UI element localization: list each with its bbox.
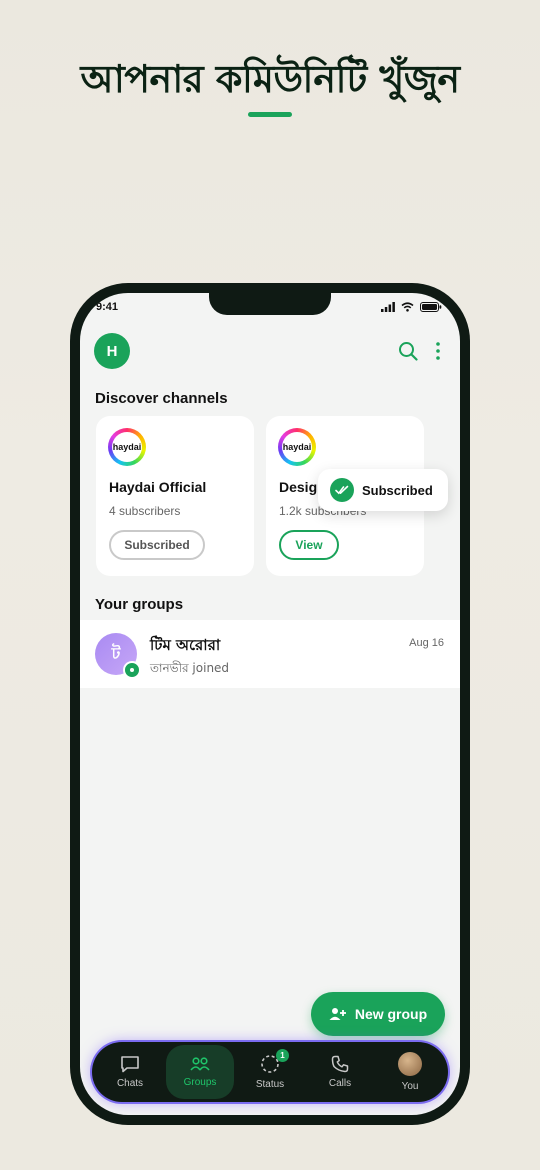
channel-card[interactable]: haydai Haydai Official 4 subscribers Sub… [96,416,254,576]
phone-notch [209,293,331,315]
phone-screen: 9:41 H Discover channels haydai Haydai O… [80,293,460,1115]
wifi-icon [401,302,414,312]
status-time: 9:41 [96,301,119,313]
channel-name: Desig [279,479,318,495]
channel-logo-text: haydai [112,432,142,462]
nav-status[interactable]: 1 Status [238,1042,302,1102]
signal-icon [381,302,395,312]
channel-name: Haydai Official [109,479,207,495]
channel-logo: haydai [278,428,316,466]
group-date: Aug 16 [409,637,444,649]
new-group-button[interactable]: New group [311,992,445,1036]
battery-icon [420,302,442,312]
group-badge-icon [123,661,141,679]
bottom-nav: Chats Groups 1 Status Calls You [92,1042,448,1102]
channel-logo: haydai [108,428,146,466]
search-icon[interactable] [398,341,418,361]
nav-calls[interactable]: Calls [308,1042,372,1102]
profile-avatar[interactable]: H [94,333,130,369]
subscribed-button[interactable]: Subscribed [109,530,205,560]
group-name: টিম অরোরা [150,636,221,654]
subscribed-toast: Subscribed [318,469,448,511]
new-group-label: New group [354,1006,428,1022]
more-options-icon[interactable] [436,342,440,360]
headline-underline [248,112,292,117]
group-list-item[interactable]: ট টিম অরোরা তানভীর joined Aug 16 [80,620,460,688]
nav-label: Calls [328,1078,352,1089]
channel-logo-text: haydai [282,432,312,462]
nav-label: Chats [116,1078,144,1089]
promo-headline: আপনার কমিউনিটি খুঁজুন [80,57,460,101]
your-groups-title: Your groups [95,596,184,613]
groups-icon [190,1057,210,1071]
discover-channels-title: Discover channels [95,390,228,407]
status-icons [381,302,442,312]
profile-avatar-icon [398,1052,422,1076]
nav-label: You [401,1081,419,1092]
phone-icon [331,1055,349,1073]
nav-groups[interactable]: Groups [168,1042,232,1102]
toast-label: Subscribed [362,482,433,498]
view-channel-button[interactable]: View [279,530,339,560]
nav-label: Status [255,1079,285,1090]
nav-label: Groups [183,1077,217,1088]
add-person-icon [329,1008,346,1020]
nav-you[interactable]: You [378,1042,442,1102]
chat-icon [121,1056,139,1073]
group-last-activity: তানভীর joined [150,661,230,675]
double-check-icon [330,478,354,502]
header-actions [398,341,440,361]
nav-chats[interactable]: Chats [98,1042,162,1102]
status-count-badge: 1 [276,1049,289,1062]
channel-subscribers: 4 subscribers [109,504,181,518]
